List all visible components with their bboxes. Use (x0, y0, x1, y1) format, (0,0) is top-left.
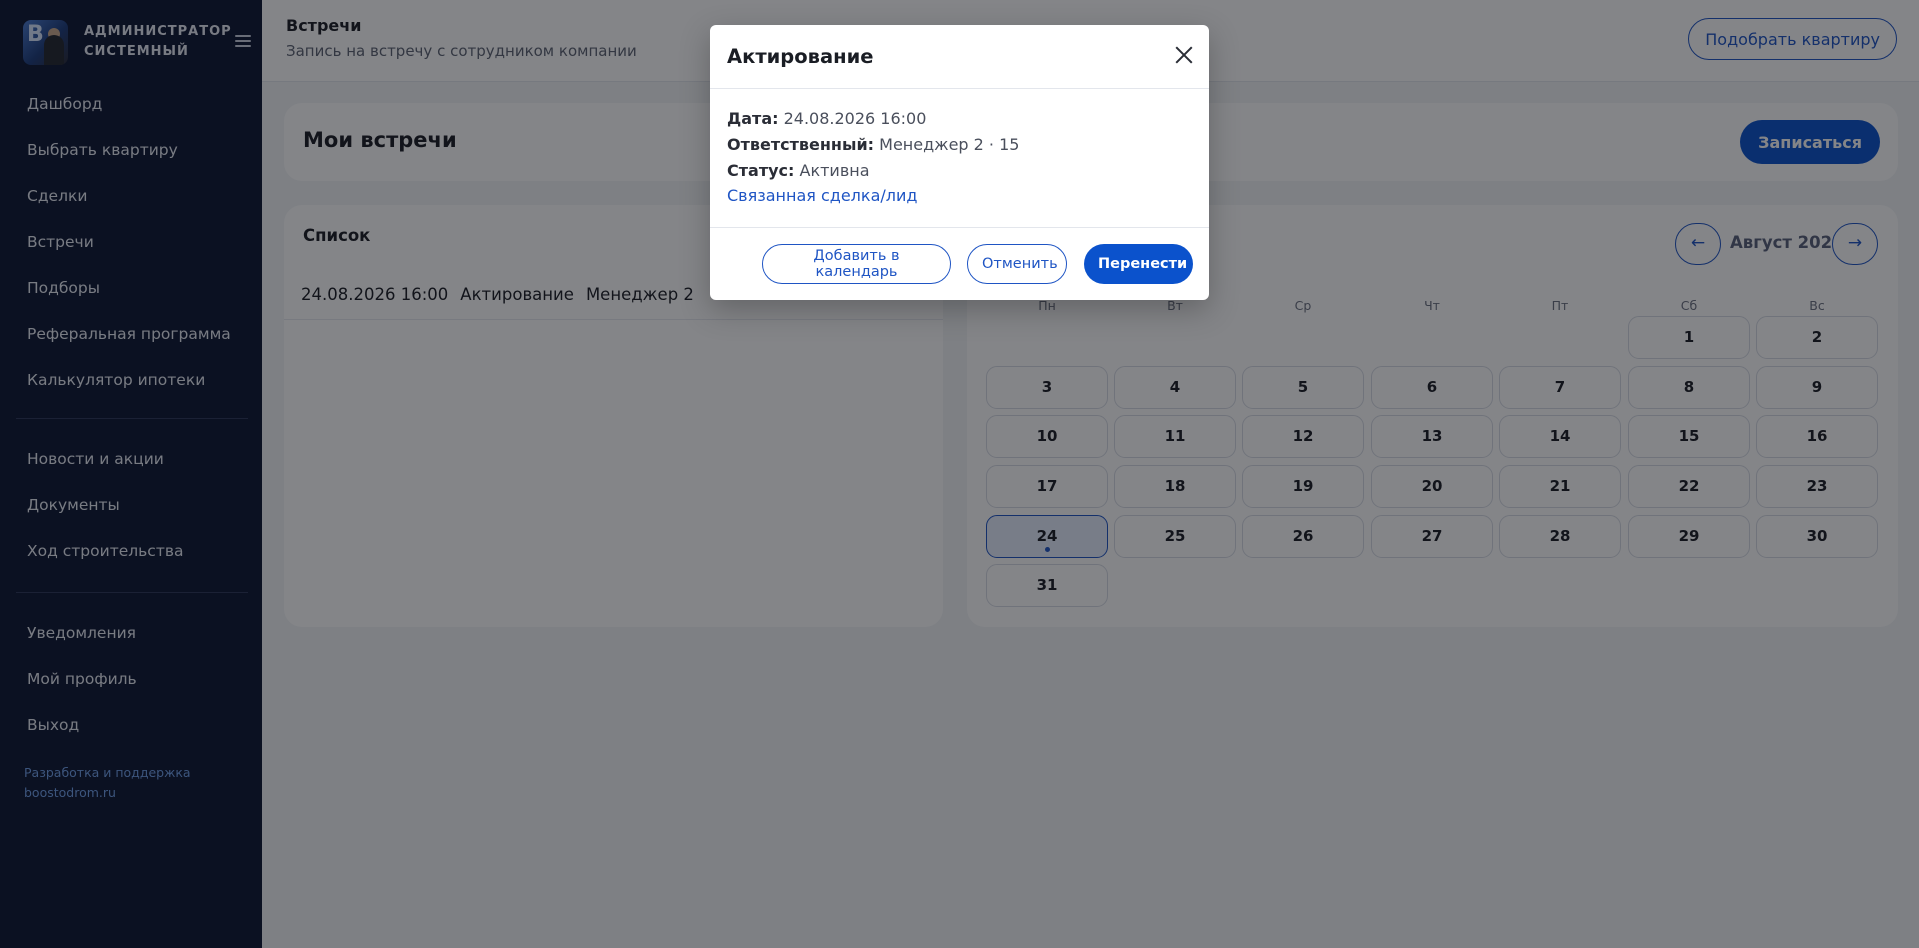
modal-status: Статус: Активна (727, 161, 870, 180)
modal-title: Актирование (727, 45, 874, 68)
meeting-modal: Актирование Дата: 24.08.2026 16:00 Ответ… (710, 25, 1209, 300)
modal-date: Дата: 24.08.2026 16:00 (727, 109, 926, 128)
modal-divider (710, 88, 1209, 89)
cancel-meeting-button[interactable]: Отменить (967, 244, 1067, 284)
status-value: Активна (799, 161, 870, 180)
modal-responsible: Ответственный: Менеджер 2 · 15 (727, 135, 1019, 154)
add-to-calendar-button[interactable]: Добавить в календарь (762, 244, 951, 284)
responsible-value: Менеджер 2 · 15 (879, 135, 1020, 154)
modal-divider (710, 227, 1209, 228)
reschedule-button[interactable]: Перенести (1084, 244, 1193, 284)
date-label: Дата: (727, 109, 779, 128)
status-label: Статус: (727, 161, 795, 180)
date-value: 24.08.2026 16:00 (783, 109, 927, 128)
responsible-label: Ответственный: (727, 135, 875, 154)
related-deal-link[interactable]: Связанная сделка/лид (727, 186, 917, 205)
close-icon[interactable] (1173, 44, 1195, 66)
